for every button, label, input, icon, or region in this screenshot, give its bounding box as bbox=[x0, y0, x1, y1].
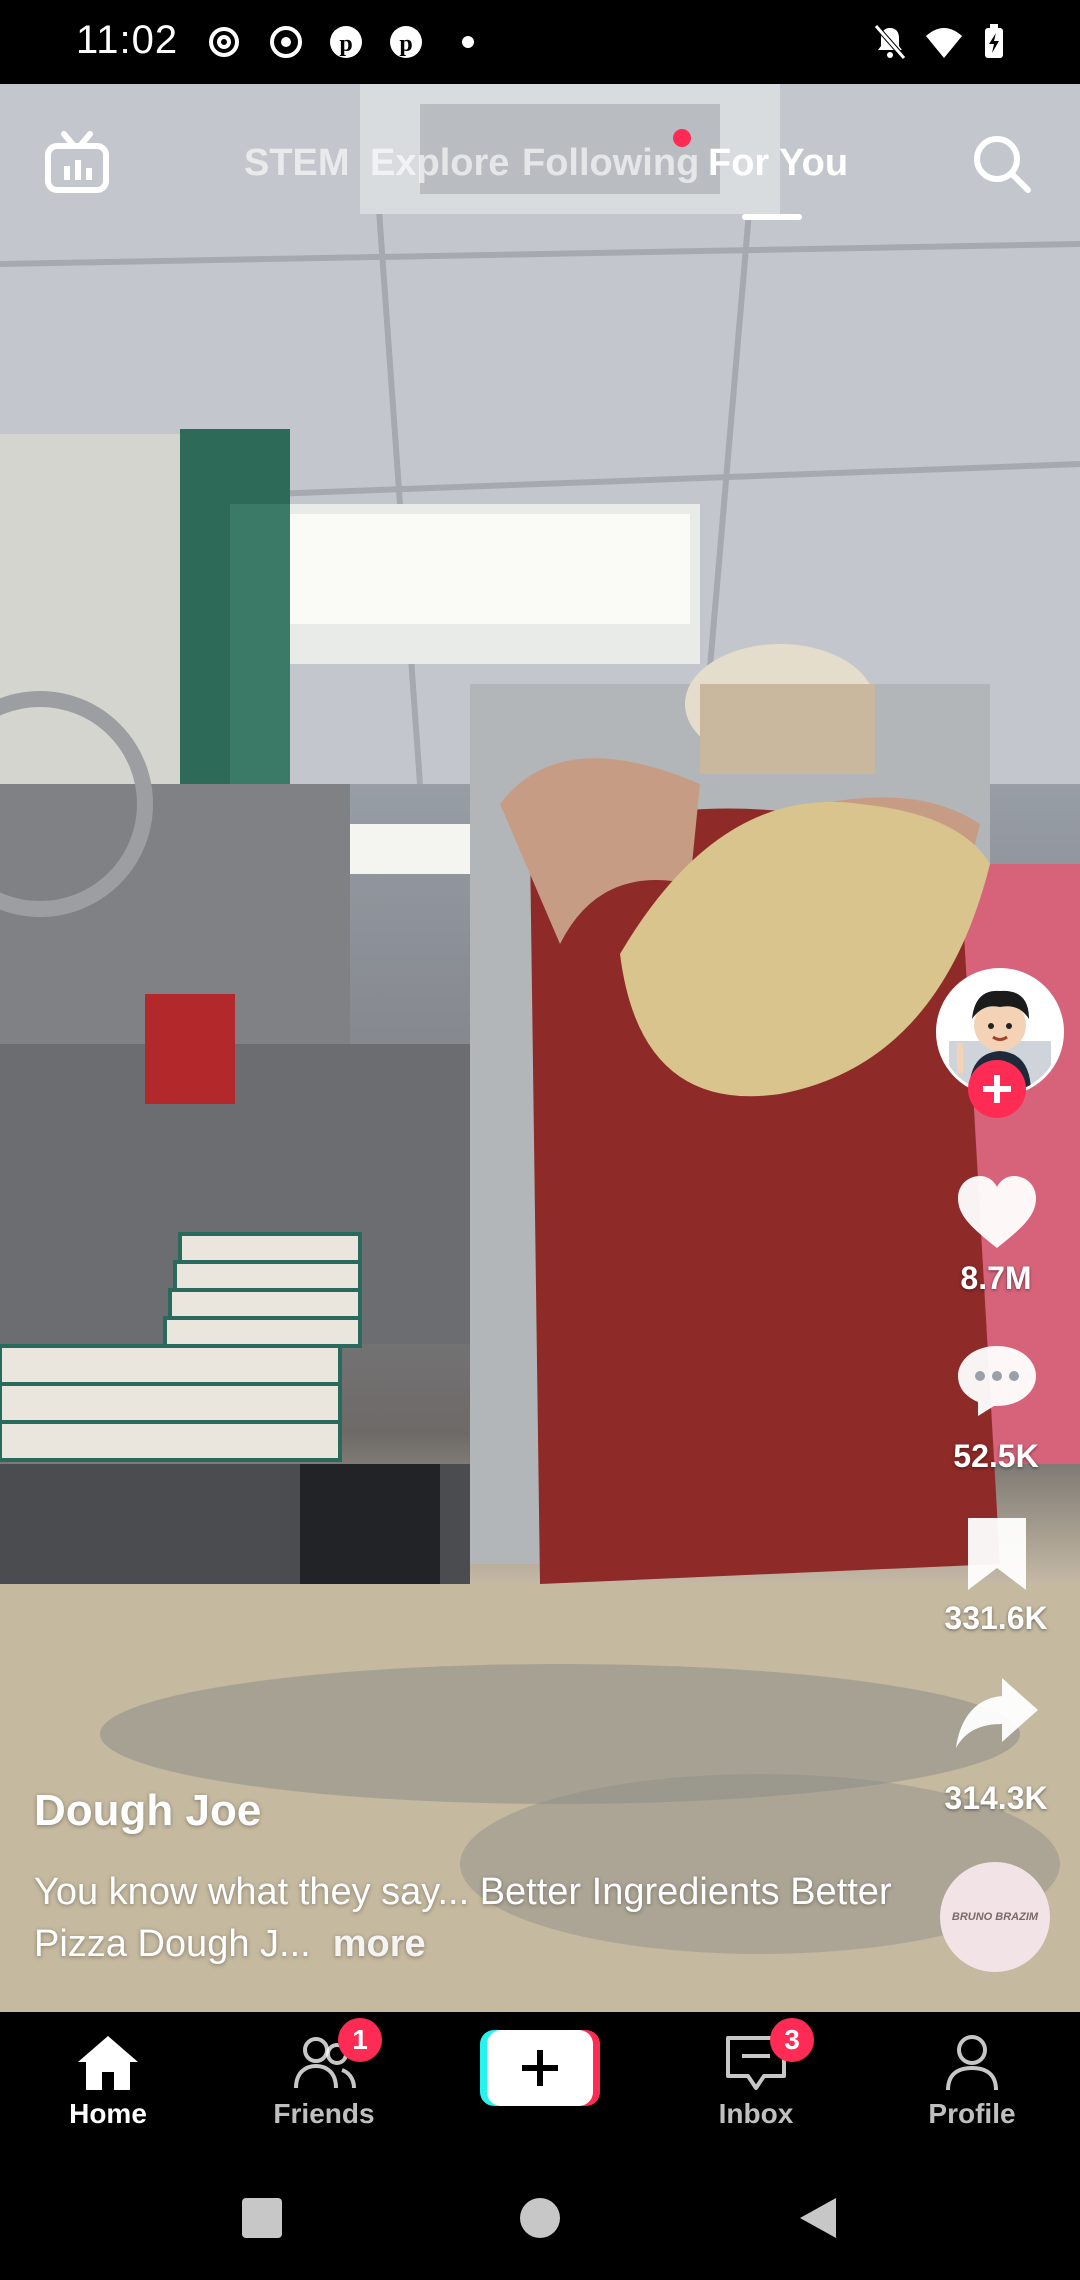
video-frame bbox=[0, 84, 1080, 2012]
profile-icon bbox=[946, 2035, 998, 2091]
nav-home[interactable]: Home bbox=[8, 2012, 208, 2152]
search-icon[interactable] bbox=[970, 132, 1034, 196]
music-disc[interactable]: BRUNO BRAZIM bbox=[940, 1862, 1050, 1972]
status-time: 11:02 bbox=[76, 18, 179, 62]
pinterest-icon: p bbox=[330, 26, 362, 58]
nav-inbox-label: Inbox bbox=[718, 2098, 794, 2129]
music-disc-label: BRUNO BRAZIM bbox=[951, 1911, 1039, 1923]
circle-record-icon bbox=[270, 26, 302, 58]
video-caption[interactable]: You know what they say... Better Ingredi… bbox=[34, 1866, 914, 1970]
like-count: 8.7M bbox=[960, 1260, 1032, 1296]
bookmark-icon[interactable] bbox=[952, 1514, 1042, 1594]
heart-icon[interactable] bbox=[952, 1172, 1042, 1252]
home-button[interactable] bbox=[518, 2196, 562, 2240]
nav-profile-label: Profile bbox=[928, 2098, 1016, 2129]
nav-inbox[interactable]: 3 Inbox bbox=[656, 2012, 856, 2152]
battery-charging-icon bbox=[985, 24, 1003, 58]
comment-count: 52.5K bbox=[953, 1438, 1039, 1474]
friends-badge: 1 bbox=[338, 2018, 382, 2062]
nav-profile[interactable]: Profile bbox=[872, 2012, 1072, 2152]
author-name[interactable]: Dough Joe bbox=[34, 1786, 261, 1836]
notification-dot bbox=[673, 129, 691, 147]
bottom-nav: Home 1 Friends 3 Inbox Profile bbox=[0, 2012, 1080, 2152]
comment-icon[interactable] bbox=[952, 1340, 1042, 1420]
mute-icon bbox=[874, 24, 906, 60]
dot-icon bbox=[462, 36, 474, 48]
tab-following[interactable]: Following bbox=[522, 142, 699, 185]
follow-button[interactable] bbox=[968, 1060, 1026, 1118]
nav-friends-label: Friends bbox=[273, 2098, 375, 2129]
caption-text: You know what they say... Better Ingredi… bbox=[34, 1871, 892, 1965]
share-icon[interactable] bbox=[952, 1674, 1042, 1754]
tab-stem[interactable]: STEM bbox=[244, 142, 350, 185]
share-count: 314.3K bbox=[944, 1780, 1048, 1816]
status-bar: 11:02 p p bbox=[0, 0, 1080, 84]
nav-home-label: Home bbox=[69, 2098, 147, 2129]
recents-button[interactable] bbox=[240, 2196, 284, 2240]
nav-friends[interactable]: 1 Friends bbox=[224, 2012, 424, 2152]
caption-more-link[interactable]: more bbox=[333, 1923, 426, 1965]
tab-for-you[interactable]: For You bbox=[708, 142, 848, 185]
svg-text:p: p bbox=[339, 31, 352, 57]
tab-explore[interactable]: Explore bbox=[370, 142, 509, 185]
top-tab-bar: STEM Explore Following For You bbox=[0, 84, 1080, 234]
system-nav-bar bbox=[0, 2152, 1080, 2280]
tv-icon[interactable] bbox=[44, 130, 110, 196]
plus-icon bbox=[983, 1075, 1011, 1103]
create-button[interactable] bbox=[480, 2028, 600, 2108]
active-tab-indicator bbox=[742, 214, 802, 220]
pinterest-icon: p bbox=[390, 26, 422, 58]
video-player[interactable] bbox=[0, 84, 1080, 2012]
threads-icon bbox=[209, 27, 239, 57]
wifi-icon bbox=[926, 28, 962, 58]
svg-text:p: p bbox=[399, 31, 412, 57]
home-icon bbox=[78, 2036, 138, 2090]
inbox-badge: 3 bbox=[770, 2018, 814, 2062]
back-button[interactable] bbox=[796, 2196, 840, 2240]
save-count: 331.6K bbox=[944, 1600, 1048, 1636]
